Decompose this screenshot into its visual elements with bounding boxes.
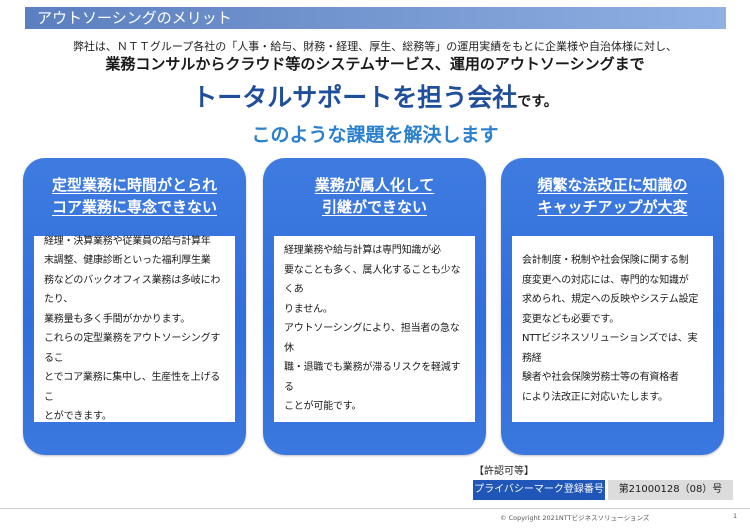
- section-title-bar: アウトソーシングのメリット: [25, 7, 726, 29]
- card-body: 会計制度・税制や社会保険に関する制 度変更への対応には、専門的な知識が 求められ…: [512, 236, 713, 422]
- card-title-line: 業務が属人化して: [314, 176, 435, 194]
- card-title-line: コア業務に専念できない: [51, 198, 217, 216]
- card-title-line: 頻繁な法改正に知識の: [537, 176, 688, 194]
- intro-services: 業務コンサルからクラウド等のシステムサービス、運用のアウトソーシングまで: [105, 55, 645, 73]
- issue-card-law-revision: 頻繁な法改正に知識の キャッチアップが大変 会計制度・税制や社会保険に関する制 …: [501, 158, 724, 455]
- card-title: 頻繁な法改正に知識の キャッチアップが大変: [501, 174, 724, 218]
- card-description: 経理業務や給与計算は専門知識が必 要なことも多く、属人化することも少なくあ りま…: [284, 245, 461, 413]
- permit-number-cell: 第21000128（08）号: [608, 480, 733, 500]
- headline: トータルサポートを担う会社です。: [30, 78, 720, 114]
- permit-name-cell: プライバシーマーク登録番号: [473, 480, 605, 500]
- section-title: アウトソーシングのメリット: [37, 9, 232, 27]
- intro-text: 弊社は、ＮＴＴグループ各社の「人事・給与、財務・経理、厚生、総務等」の運用実績を…: [72, 40, 678, 53]
- card-title-line: 引継ができない: [321, 198, 427, 216]
- permit-table: プライバシーマーク登録番号 第21000128（08）号: [473, 480, 733, 500]
- footer-divider: [0, 508, 750, 509]
- issue-card-routine-work: 定型業務に時間がとられ コア業務に専念できない 経理・決算業務や従業員の給与計算…: [23, 158, 246, 455]
- page-number: 1: [733, 512, 738, 520]
- copyright: © Copyright 2021NTTビジネスソリューションズ: [500, 514, 650, 522]
- headline-suffix: です。: [517, 94, 558, 110]
- issue-card-personalization: 業務が属人化して 引継ができない 経理業務や給与計算は専門知識が必 要なことも多…: [263, 158, 486, 455]
- card-title-line: キャッチアップが大変: [537, 198, 688, 216]
- card-title-line: 定型業務に時間がとられ: [51, 176, 217, 194]
- card-title: 定型業務に時間がとられ コア業務に専念できない: [23, 174, 246, 218]
- card-description: 経理・決算業務や従業員の給与計算年 末調整、健康診断といった福利厚生業 務などの…: [44, 235, 221, 423]
- subheadline: このような課題を解決します: [251, 124, 499, 146]
- card-description: 会計制度・税制や社会保険に関する制 度変更への対応には、専門的な知識が 求められ…: [522, 255, 699, 403]
- card-body: 経理業務や給与計算は専門知識が必 要なことも多く、属人化することも少なくあ りま…: [274, 236, 475, 422]
- permit-label: 【許認可等】: [474, 466, 534, 477]
- headline-main: トータルサポートを担う会社: [192, 83, 518, 112]
- card-title: 業務が属人化して 引継ができない: [263, 174, 486, 218]
- card-body: 経理・決算業務や従業員の給与計算年 末調整、健康診断といった福利厚生業 務などの…: [34, 236, 235, 422]
